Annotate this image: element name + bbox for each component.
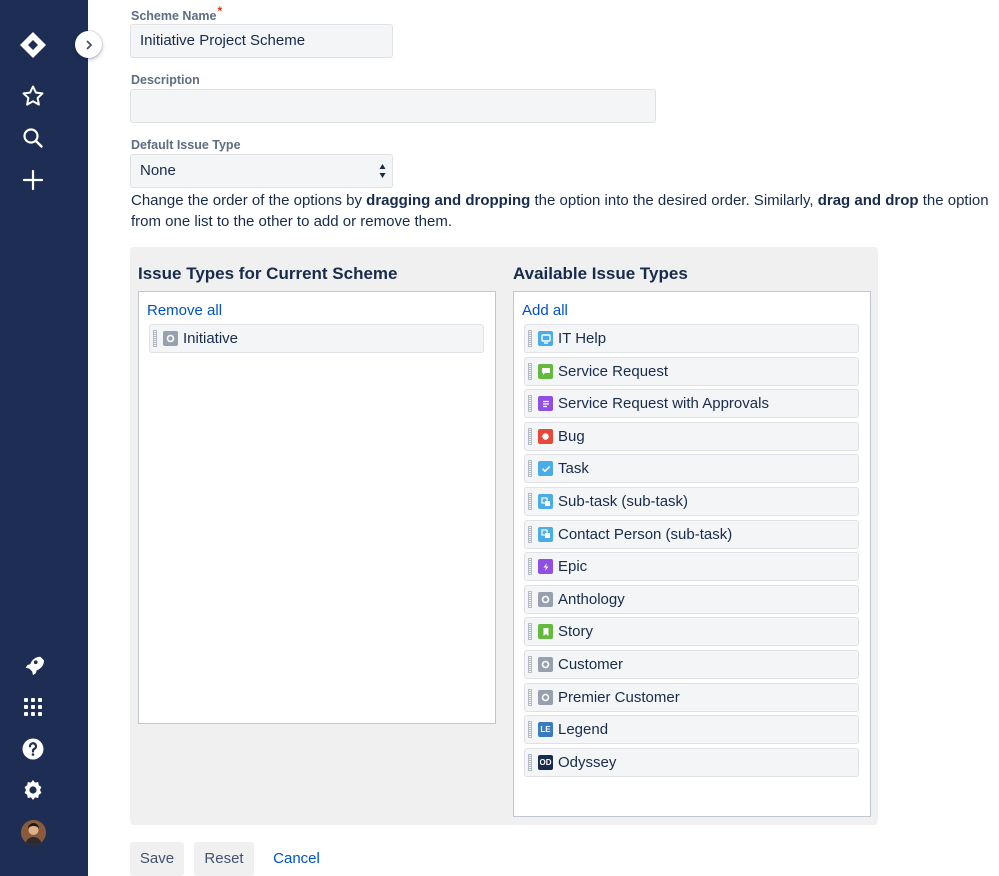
- drag-handle-icon[interactable]: [528, 362, 532, 380]
- bug-icon: [538, 428, 553, 444]
- remove-all-link[interactable]: Remove all: [147, 302, 222, 319]
- issue-type-label: Service Request with Approvals: [558, 395, 769, 413]
- drag-handle-icon[interactable]: [528, 525, 532, 543]
- drag-handle-icon[interactable]: [528, 623, 532, 641]
- cancel-button[interactable]: Cancel: [264, 842, 329, 876]
- issue-type-label: Premier Customer: [558, 688, 680, 706]
- service-request-icon: [538, 363, 553, 379]
- add-all-link[interactable]: Add all: [522, 302, 568, 319]
- issue-type-item[interactable]: IT Help: [524, 324, 859, 353]
- issue-type-label: Odyssey: [558, 753, 617, 771]
- save-button[interactable]: Save: [130, 842, 184, 876]
- epic-icon: [538, 559, 553, 575]
- drag-handle-icon[interactable]: [528, 688, 532, 706]
- default-issue-type-value: None: [140, 162, 176, 179]
- jira-logo-icon[interactable]: [19, 31, 47, 59]
- issue-type-item[interactable]: Customer: [524, 650, 859, 679]
- default-issue-type-select[interactable]: None: [130, 154, 393, 188]
- help-icon[interactable]: [19, 735, 47, 763]
- available-types-title: Available Issue Types: [513, 264, 688, 283]
- generic-type-icon: [538, 689, 553, 705]
- issue-type-item[interactable]: Anthology: [524, 584, 859, 614]
- issue-type-label: Bug: [558, 427, 585, 445]
- available-types-list[interactable]: Add all IT Help Service Request Service Re…: [513, 291, 871, 817]
- select-arrows-icon: [379, 164, 386, 178]
- drag-handle-icon[interactable]: [528, 721, 532, 739]
- description-label: Description: [131, 73, 200, 87]
- issue-type-label: Story: [558, 623, 594, 641]
- issue-type-label: IT Help: [558, 330, 607, 347]
- issue-type-item[interactable]: Service Request: [524, 356, 859, 386]
- drag-handle-icon[interactable]: [528, 427, 532, 445]
- issue-type-label: Anthology: [558, 590, 625, 608]
- drag-handle-icon[interactable]: [528, 395, 532, 413]
- drag-drop-instructions: Change the order of the options by dragg…: [131, 192, 989, 230]
- scheme-name-input[interactable]: Initiative Project Scheme: [130, 24, 393, 58]
- expand-sidebar-button[interactable]: [75, 31, 102, 58]
- issue-type-item[interactable]: Task: [524, 454, 859, 484]
- avatar[interactable]: [21, 820, 46, 845]
- required-marker: *: [217, 4, 223, 18]
- reset-button[interactable]: Reset: [194, 842, 254, 876]
- story-icon: [538, 624, 553, 640]
- issue-type-label: Sub-task (sub-task): [558, 493, 689, 510]
- description-input[interactable]: [130, 89, 656, 123]
- legend-icon: LE: [538, 722, 553, 738]
- rocket-icon[interactable]: [19, 651, 47, 679]
- generic-type-icon: [538, 657, 553, 672]
- odyssey-icon: OD: [538, 754, 553, 770]
- current-scheme-title: Issue Types for Current Scheme: [138, 264, 398, 283]
- global-sidebar: [0, 0, 88, 876]
- issue-type-label: Task: [558, 460, 589, 478]
- drag-handle-icon[interactable]: [528, 753, 532, 771]
- issue-type-item[interactable]: Bug: [524, 421, 859, 451]
- issue-type-item[interactable]: LE Legend: [524, 715, 859, 745]
- issue-type-label: Customer: [558, 656, 624, 673]
- task-icon: [538, 461, 553, 477]
- star-icon[interactable]: [19, 82, 47, 110]
- drag-handle-icon[interactable]: [153, 330, 157, 347]
- issue-type-label: Legend: [558, 721, 609, 739]
- issue-type-label: Initiative: [183, 330, 239, 347]
- initiative-icon: [163, 331, 178, 346]
- approvals-icon: [538, 396, 553, 412]
- plus-icon[interactable]: [19, 166, 47, 194]
- drag-handle-icon[interactable]: [528, 590, 532, 608]
- issue-type-item[interactable]: Contact Person (sub-task): [524, 519, 859, 549]
- default-issue-type-label: Default Issue Type: [131, 138, 241, 152]
- drag-handle-icon[interactable]: [528, 330, 532, 347]
- issue-type-item[interactable]: Story: [524, 617, 859, 647]
- gear-icon[interactable]: [19, 776, 47, 804]
- issue-type-lists-panel: Issue Types for Current Scheme Remove al…: [130, 247, 878, 825]
- issue-type-item[interactable]: Initiative: [149, 324, 484, 353]
- it-help-icon: [538, 331, 553, 346]
- subtask-icon: [538, 494, 553, 509]
- chevron-right-icon: [86, 40, 92, 49]
- issue-type-label: Contact Person (sub-task): [558, 525, 733, 543]
- issue-type-item[interactable]: OD Odyssey: [524, 747, 859, 777]
- drag-handle-icon[interactable]: [528, 558, 532, 576]
- generic-type-icon: [538, 591, 553, 607]
- drag-handle-icon[interactable]: [528, 493, 532, 510]
- search-icon[interactable]: [19, 124, 47, 152]
- issue-type-item[interactable]: Premier Customer: [524, 682, 859, 712]
- issue-type-item[interactable]: Service Request with Approvals: [524, 389, 859, 419]
- issue-type-label: Epic: [558, 558, 588, 576]
- scheme-name-label: Scheme Name*: [131, 4, 223, 23]
- issue-type-label: Service Request: [558, 362, 669, 380]
- subtask-icon: [538, 526, 553, 542]
- drag-handle-icon[interactable]: [528, 460, 532, 478]
- issue-type-item[interactable]: Epic: [524, 552, 859, 582]
- current-scheme-list[interactable]: Remove all Initiative: [138, 291, 496, 724]
- apps-grid-icon[interactable]: [19, 693, 47, 721]
- issue-type-item[interactable]: Sub-task (sub-task): [524, 487, 859, 516]
- drag-handle-icon[interactable]: [528, 656, 532, 673]
